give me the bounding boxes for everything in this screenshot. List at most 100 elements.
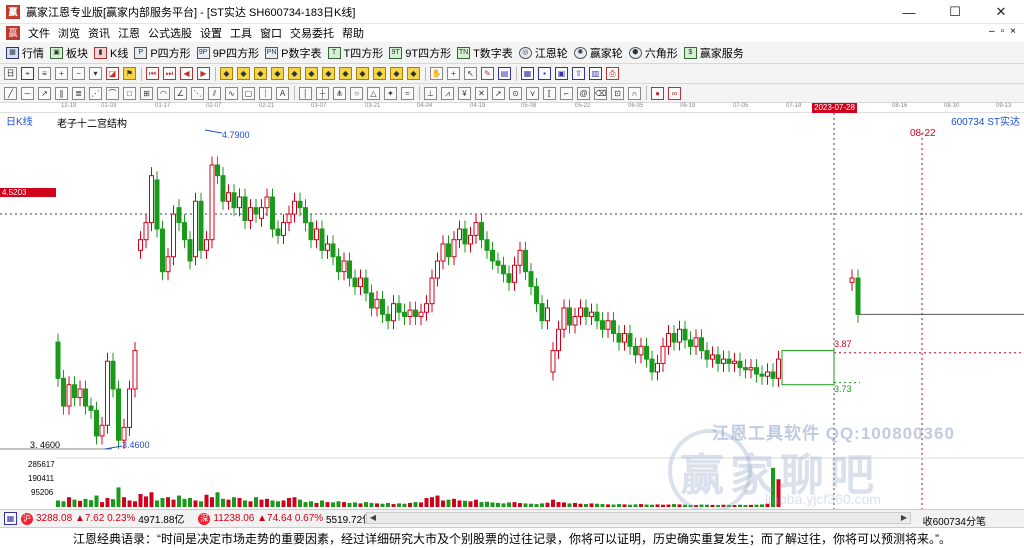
zoom-in-icon[interactable]: + <box>55 67 68 80</box>
mdi-close-icon[interactable]: × <box>1010 26 1016 37</box>
draw-line-icon[interactable]: ─ <box>21 86 34 100</box>
draw-square-icon[interactable]: ▢ <box>242 86 255 100</box>
menu-settings[interactable]: 设置 <box>200 25 222 41</box>
draw-fib-icon[interactable]: ≣ <box>72 86 85 100</box>
export-icon[interactable]: ⇪ <box>572 67 585 80</box>
draw-ellipse-icon[interactable]: ○ <box>350 86 363 100</box>
draw-curve-icon[interactable]: ≈ <box>401 86 414 100</box>
notes-icon[interactable]: ✎ <box>481 67 494 80</box>
next-bar-icon[interactable]: ▶ <box>197 67 210 80</box>
window-icon[interactable]: ▣ <box>555 67 568 80</box>
diamond-7-icon[interactable]: ◆ <box>322 67 335 80</box>
draw-channel-icon[interactable]: ∥ <box>55 86 68 100</box>
draw-parallel-icon[interactable]: ⫽ <box>208 86 221 100</box>
period-label[interactable]: 日K线 <box>6 113 33 128</box>
minimize-button[interactable]: — <box>886 0 932 24</box>
draw-speed-icon[interactable]: ⋱ <box>191 86 204 100</box>
diamond-4-icon[interactable]: ◆ <box>271 67 284 80</box>
draw-text-icon[interactable]: A <box>276 86 289 100</box>
print-icon[interactable]: ⎙ <box>606 67 619 80</box>
toolbar-quotes-button[interactable]: ▦ 行情 <box>6 45 44 61</box>
horizontal-scrollbar[interactable]: ◀ ▶ <box>366 512 911 524</box>
draw-time-icon[interactable]: ⏐ <box>259 86 272 100</box>
zoom-out-icon[interactable]: − <box>72 67 85 80</box>
diamond-8-icon[interactable]: ◆ <box>339 67 352 80</box>
draw-hline-icon[interactable]: ┼ <box>316 86 329 100</box>
toolbar-blocks-button[interactable]: ▣ 板块 <box>50 45 88 61</box>
maximize-button[interactable]: ☐ <box>932 0 978 24</box>
save-icon[interactable]: ▪ <box>538 67 551 80</box>
toolbar-t-table-button[interactable]: TN T数字表 <box>457 45 513 61</box>
draw-pitch-icon[interactable]: ⋔ <box>333 86 346 100</box>
layout-icon[interactable]: ▤ <box>498 67 511 80</box>
sz-index[interactable]: 深 11238.06 ▲74.64 0.67% 5519.72亿 <box>198 511 372 526</box>
draw-delete-icon[interactable]: ⌫ <box>594 86 607 100</box>
draw-grid-icon[interactable]: ⊞ <box>140 86 153 100</box>
close-button[interactable]: ✕ <box>978 0 1024 24</box>
draw-price-icon[interactable]: ¥ <box>458 86 471 100</box>
mdi-restore-icon[interactable]: ▫ <box>1001 26 1005 37</box>
menu-browse[interactable]: 浏览 <box>58 25 80 41</box>
scroll-left-icon[interactable]: ◀ <box>367 513 379 523</box>
diamond-11-icon[interactable]: ◆ <box>390 67 403 80</box>
toolbar-winner-wheel-button[interactable]: ✺ 赢家轮 <box>573 45 623 61</box>
list-tool-icon[interactable]: ≡ <box>38 67 51 80</box>
draw-spiral-icon[interactable]: @ <box>577 86 590 100</box>
menu-app-icon[interactable]: 赢 <box>6 26 20 40</box>
draw-angle-icon[interactable]: ∠ <box>174 86 187 100</box>
draw-segment-icon[interactable]: ╱ <box>4 86 17 100</box>
draw-box-icon[interactable]: □ <box>123 86 136 100</box>
draw-wave-icon[interactable]: ∿ <box>225 86 238 100</box>
draw-arc-icon[interactable]: ◠ <box>157 86 170 100</box>
draw-arrow-icon[interactable]: ➚ <box>492 86 505 100</box>
toolbar-p-table-button[interactable]: PN P数字表 <box>265 45 322 61</box>
calendar-icon[interactable]: ▦ <box>521 67 534 80</box>
draw-cycle-icon[interactable]: ⌒ <box>106 86 119 100</box>
diamond-3-icon[interactable]: ◆ <box>254 67 267 80</box>
draw-ray-icon[interactable]: ↗ <box>38 86 51 100</box>
dropdown-icon[interactable]: ▾ <box>89 67 102 80</box>
tile-icon[interactable]: ▥ <box>589 67 602 80</box>
sh-index[interactable]: 沪 3288.08 ▲7.62 0.23% 4971.88亿 <box>21 511 184 526</box>
draw-triangle-icon[interactable]: △ <box>367 86 380 100</box>
period-select-icon[interactable]: 日 <box>4 67 17 80</box>
draw-zigzag-icon[interactable]: ⩘ <box>441 86 454 100</box>
scroll-right-icon[interactable]: ▶ <box>898 513 910 523</box>
kline-chart[interactable]: 江恩工具软件 QQ:100800360 赢家聊吧 liaoba.yjcf360.… <box>0 113 1024 513</box>
draw-target-icon[interactable]: ⊙ <box>509 86 522 100</box>
mdi-minimize-icon[interactable]: – <box>989 26 995 37</box>
toolbar-9p-square-button[interactable]: 9P 9P四方形 <box>196 45 259 61</box>
crosshair-icon[interactable]: + <box>447 67 460 80</box>
toolbar-gann-wheel-button[interactable]: ◎ 江恩轮 <box>518 45 568 61</box>
cursor-tool-icon[interactable]: ⌖ <box>21 67 34 80</box>
draw-mark-icon[interactable]: ✕ <box>475 86 488 100</box>
draw-ruler-icon[interactable]: ⊥ <box>424 86 437 100</box>
menu-window[interactable]: 窗口 <box>260 25 282 41</box>
draw-gann-fan-icon[interactable]: ⋰ <box>89 86 102 100</box>
diamond-12-icon[interactable]: ◆ <box>407 67 420 80</box>
menu-help[interactable]: 帮助 <box>342 25 364 41</box>
diamond-6-icon[interactable]: ◆ <box>305 67 318 80</box>
color-picker-icon[interactable]: ● <box>651 86 664 100</box>
arrow-tool-icon[interactable]: ↖ <box>464 67 477 80</box>
prev-bar-icon[interactable]: ◀ <box>180 67 193 80</box>
toolbar-p-square-button[interactable]: P P四方形 <box>134 45 191 61</box>
toolbar-kline-button[interactable]: ▮ K线 <box>94 45 128 61</box>
toolbar-hexagon-button[interactable]: ⬢ 六角形 <box>628 45 678 61</box>
first-bar-icon[interactable]: ⏮ <box>146 67 159 80</box>
tick-info-label[interactable]: 收600734分笔 <box>923 513 986 528</box>
draw-magnet-icon[interactable]: ∩ <box>628 86 641 100</box>
draw-stairs-icon[interactable]: ⌐ <box>560 86 573 100</box>
toolbar-t-square-button[interactable]: T T四方形 <box>327 45 383 61</box>
diamond-1-icon[interactable]: ◆ <box>220 67 233 80</box>
diamond-2-icon[interactable]: ◆ <box>237 67 250 80</box>
diamond-10-icon[interactable]: ◆ <box>373 67 386 80</box>
toolbar-9t-square-button[interactable]: 9T 9T四方形 <box>389 45 451 61</box>
draw-lock-icon[interactable]: ⊡ <box>611 86 624 100</box>
menu-gann[interactable]: 江恩 <box>118 25 140 41</box>
link-icon[interactable]: ∞ <box>668 86 681 100</box>
draw-vline-icon[interactable]: │ <box>299 86 312 100</box>
flag-icon[interactable]: ⚑ <box>123 67 136 80</box>
last-bar-icon[interactable]: ⏭ <box>163 67 176 80</box>
menu-formula[interactable]: 公式选股 <box>148 25 192 41</box>
